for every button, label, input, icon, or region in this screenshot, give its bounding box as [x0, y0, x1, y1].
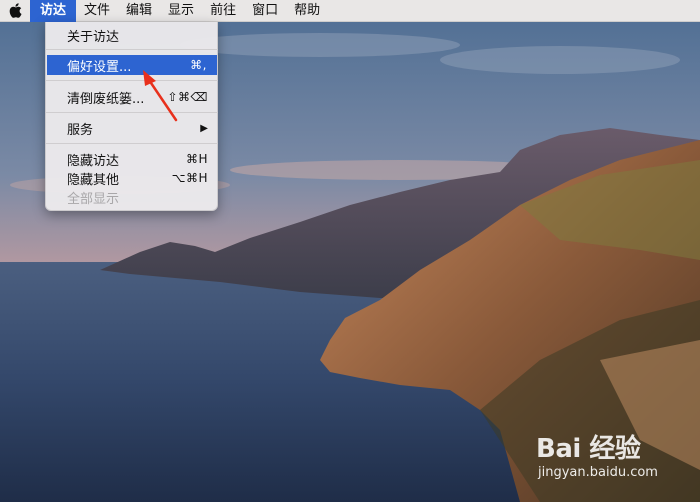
menu-item-preferences[interactable]: 偏好设置... ⌘,: [47, 55, 217, 75]
desktop: 访达 文件 编辑 显示 前往 窗口 帮助 关于访达 偏好设置... ⌘, 清倒废…: [0, 0, 700, 502]
watermark-url: jingyan.baidu.com: [538, 465, 658, 480]
menu-help[interactable]: 帮助: [286, 0, 328, 22]
menu-item-empty-trash[interactable]: 清倒废纸篓... ⇧⌘⌫: [46, 87, 218, 107]
shortcut-label: ⇧⌘⌫: [167, 90, 208, 104]
submenu-arrow-icon: ▶: [200, 122, 208, 134]
menu-item-label: 关于访达: [67, 29, 120, 45]
menu-separator: [46, 112, 218, 113]
finder-menu-dropdown: 关于访达 偏好设置... ⌘, 清倒废纸篓... ⇧⌘⌫ 服务 ▶ 隐藏访达 ⌘…: [45, 22, 218, 211]
menu-item-label: 清倒废纸篓...: [67, 91, 145, 107]
menu-separator: [46, 143, 218, 144]
menu-go[interactable]: 前往: [202, 0, 244, 22]
apple-logo-icon: [9, 3, 21, 18]
shortcut-label: ⌥⌘H: [171, 171, 208, 185]
menu-view[interactable]: 显示: [160, 0, 202, 22]
menu-item-hide-finder[interactable]: 隐藏访达 ⌘H: [46, 149, 218, 169]
menu-item-label: 偏好设置...: [67, 59, 132, 75]
shortcut-label: ⌘,: [190, 58, 207, 72]
menu-item-label: 服务: [67, 122, 94, 138]
watermark-brand: Bai 经验: [536, 434, 641, 464]
menu-finder[interactable]: 访达: [30, 0, 77, 22]
menu-separator: [46, 80, 218, 81]
menu-file[interactable]: 文件: [76, 0, 118, 22]
menu-bar: 访达 文件 编辑 显示 前往 窗口 帮助: [0, 0, 700, 22]
apple-menu[interactable]: [0, 0, 30, 22]
menu-item-about-finder[interactable]: 关于访达: [46, 25, 218, 45]
shortcut-label: ⌘H: [185, 152, 208, 166]
menu-item-label: 隐藏其他: [67, 172, 120, 188]
menu-separator: [46, 49, 218, 50]
menu-edit[interactable]: 编辑: [118, 0, 160, 22]
menu-item-label: 全部显示: [67, 191, 120, 207]
menu-item-services[interactable]: 服务 ▶: [46, 118, 218, 138]
menu-item-hide-others[interactable]: 隐藏其他 ⌥⌘H: [46, 168, 218, 188]
menu-window[interactable]: 窗口: [244, 0, 286, 22]
baidu-jingyan-watermark: Bai 经验 jingyan.baidu.com: [532, 428, 692, 498]
menu-item-label: 隐藏访达: [67, 153, 120, 169]
menu-item-show-all: 全部显示: [46, 187, 218, 207]
